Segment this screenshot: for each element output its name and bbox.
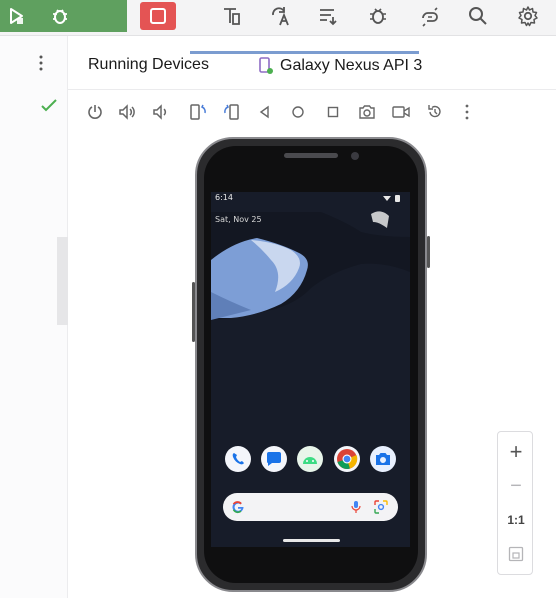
reset-button[interactable] xyxy=(422,100,448,124)
microphone-icon xyxy=(351,501,361,513)
more-icon xyxy=(465,104,469,120)
google-lens-icon xyxy=(374,500,388,514)
more-controls-button[interactable] xyxy=(454,100,480,124)
run-button[interactable] xyxy=(0,0,32,32)
search-icon xyxy=(469,7,487,25)
settings-button[interactable] xyxy=(512,0,544,32)
zoom-out-button[interactable]: − xyxy=(498,470,534,502)
fit-screen-button[interactable] xyxy=(498,538,534,570)
device-tab-label: Galaxy Nexus API 3 xyxy=(280,57,423,74)
apply-changes-button[interactable] xyxy=(264,0,296,32)
messages-app-icon xyxy=(267,452,281,466)
overview-icon xyxy=(327,106,339,118)
phone-front-camera xyxy=(351,152,359,160)
volume-down-icon xyxy=(153,104,167,120)
rotate-right-button[interactable] xyxy=(219,100,245,124)
rotate-right-icon xyxy=(224,104,239,120)
home-button[interactable] xyxy=(285,100,311,124)
power-button[interactable] xyxy=(82,100,108,124)
debug-button[interactable] xyxy=(44,0,76,32)
status-icons xyxy=(383,195,400,202)
kebab-menu-icon xyxy=(39,55,43,71)
screen-record-button[interactable] xyxy=(388,100,414,124)
dock-camera-app[interactable] xyxy=(370,446,396,472)
tool-window-title: Running Devices xyxy=(88,56,209,73)
home-icon xyxy=(292,106,304,118)
device-control-toolbar xyxy=(68,90,556,134)
phone-app-icon xyxy=(232,453,244,465)
overview-button[interactable] xyxy=(320,100,346,124)
main-toolbar xyxy=(0,0,556,36)
apply-changes-icon xyxy=(272,7,289,26)
settings-icon xyxy=(518,6,538,27)
screen-record-icon xyxy=(392,106,410,118)
sync-project-button[interactable] xyxy=(414,0,446,32)
stop-button[interactable] xyxy=(140,2,176,30)
screenshot-icon xyxy=(359,105,375,119)
google-search-bar[interactable] xyxy=(223,493,398,521)
camera-app-icon xyxy=(376,453,390,465)
more-options-button[interactable] xyxy=(34,54,48,76)
attach-debugger-button[interactable] xyxy=(362,0,394,32)
profile-icon xyxy=(224,8,240,25)
volume-up-icon xyxy=(119,104,135,120)
status-check xyxy=(41,98,57,117)
checkmark-icon xyxy=(41,99,57,112)
run-icon xyxy=(10,8,23,24)
left-scrollbar[interactable] xyxy=(57,237,68,325)
phone-power-key xyxy=(427,236,430,268)
back-icon xyxy=(259,105,269,119)
zoom-controls: + − 1:1 xyxy=(497,431,533,575)
chrome-app-icon xyxy=(337,449,358,469)
fit-screen-icon xyxy=(508,546,524,562)
running-devices-header: Running Devices Galaxy Nexus API 3 xyxy=(68,36,556,90)
apply-code-changes-icon xyxy=(320,9,337,26)
dock-chrome-app[interactable] xyxy=(334,446,360,472)
back-button[interactable] xyxy=(252,100,278,124)
run-configuration-area xyxy=(0,0,127,32)
actual-size-button[interactable]: 1:1 xyxy=(498,504,534,536)
apply-code-changes-button[interactable] xyxy=(312,0,344,32)
debug-icon xyxy=(53,9,67,24)
power-icon xyxy=(88,105,102,119)
screenshot-button[interactable] xyxy=(354,100,380,124)
android-app-icon xyxy=(303,457,317,464)
active-tab-indicator xyxy=(190,51,419,54)
lockscreen-date: Sat, Nov 25 xyxy=(215,215,262,224)
phone-volume-rocker xyxy=(192,282,195,342)
zoom-in-button[interactable]: + xyxy=(498,436,534,468)
phone-speaker xyxy=(284,153,338,158)
dock-android-app[interactable] xyxy=(297,446,323,472)
dock-messages-app[interactable] xyxy=(261,446,287,472)
status-bar-time: 6:14 xyxy=(215,193,233,202)
sync-project-icon xyxy=(422,7,438,27)
dock-phone-app[interactable] xyxy=(225,446,251,472)
tab-galaxy-nexus[interactable]: Galaxy Nexus API 3 xyxy=(258,53,422,79)
device-icon xyxy=(259,57,273,74)
profile-button[interactable] xyxy=(216,0,248,32)
google-g-icon xyxy=(232,501,244,514)
rotate-left-icon xyxy=(190,104,206,120)
gesture-home-bar[interactable] xyxy=(283,539,340,542)
volume-up-button[interactable] xyxy=(115,100,141,124)
rotate-left-button[interactable] xyxy=(185,100,211,124)
reset-icon xyxy=(428,105,441,118)
attach-debugger-icon xyxy=(370,8,386,24)
search-button[interactable] xyxy=(462,0,494,32)
stop-icon xyxy=(150,8,166,24)
volume-down-button[interactable] xyxy=(148,100,174,124)
